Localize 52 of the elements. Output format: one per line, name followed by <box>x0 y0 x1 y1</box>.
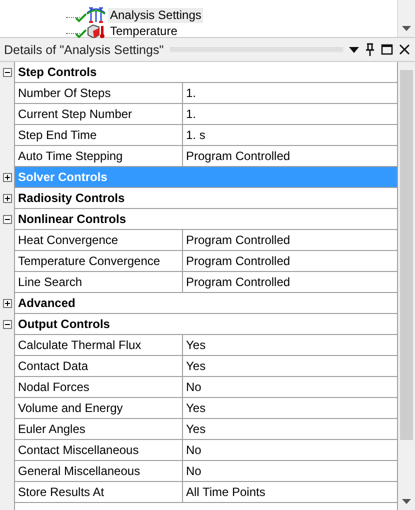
property-value[interactable]: Program Controlled <box>183 230 397 251</box>
property-value[interactable]: All Time Points <box>183 482 397 503</box>
section-header[interactable]: Radiosity Controls <box>15 188 397 209</box>
property-value[interactable]: 1. <box>183 104 397 125</box>
cube-thermometer-icon <box>86 23 106 39</box>
property-name: Calculate Thermal Flux <box>15 335 183 356</box>
expand-toggle-icon[interactable] <box>3 173 12 182</box>
tree-item[interactable]: Temperature <box>108 24 180 38</box>
property-value[interactable]: Yes <box>183 356 397 377</box>
scroll-down-icon[interactable] <box>402 26 411 31</box>
expand-toggle-icon[interactable] <box>3 320 12 329</box>
scrollbar[interactable] <box>397 0 415 37</box>
property-value[interactable]: Program Controlled <box>183 251 397 272</box>
property-name: Store Results At <box>15 482 183 503</box>
close-icon[interactable] <box>399 44 410 55</box>
property-value[interactable]: No <box>183 377 397 398</box>
property-value[interactable]: Yes <box>183 398 397 419</box>
expand-toggle-icon[interactable] <box>3 215 12 224</box>
property-name: Contact Miscellaneous <box>15 440 183 461</box>
tree-item[interactable]: Analysis Settings <box>108 8 204 22</box>
panel-title: Details of "Analysis Settings" <box>4 42 164 56</box>
property-name: Temperature Convergence <box>15 251 183 272</box>
property-name: Line Search <box>15 272 183 293</box>
settings-icon <box>86 7 106 23</box>
expand-toggle-icon[interactable] <box>3 68 12 77</box>
dropdown-icon[interactable] <box>349 46 359 52</box>
section-header[interactable]: Advanced <box>15 293 397 314</box>
section-header[interactable]: Nonlinear Controls <box>15 209 397 230</box>
property-name: Step End Time <box>15 125 183 146</box>
property-name: Heat Convergence <box>15 230 183 251</box>
property-value[interactable]: No <box>183 440 397 461</box>
property-value[interactable]: Yes <box>183 335 397 356</box>
property-name: Euler Angles <box>15 419 183 440</box>
property-name: Current Step Number <box>15 104 183 125</box>
property-name: General Miscellaneous <box>15 461 183 482</box>
expand-toggle-icon[interactable] <box>3 194 12 203</box>
property-name: Volume and Energy <box>15 398 183 419</box>
property-value[interactable]: Program Controlled <box>183 272 397 293</box>
section-header[interactable]: Step Controls <box>15 62 397 83</box>
property-value[interactable]: 1. s <box>183 125 397 146</box>
expand-toggle-icon[interactable] <box>3 299 12 308</box>
maximize-icon[interactable] <box>381 44 393 55</box>
scroll-down-icon[interactable] <box>402 499 411 504</box>
pin-icon[interactable] <box>365 43 375 56</box>
property-value[interactable]: Yes <box>183 419 397 440</box>
property-name: Contact Data <box>15 356 183 377</box>
property-value[interactable]: No <box>183 461 397 482</box>
property-name: Nodal Forces <box>15 377 183 398</box>
property-name: Number Of Steps <box>15 83 183 104</box>
section-header[interactable]: Output Controls <box>15 314 397 335</box>
scroll-thumb[interactable] <box>400 70 413 440</box>
property-value[interactable]: 1. <box>183 83 397 104</box>
